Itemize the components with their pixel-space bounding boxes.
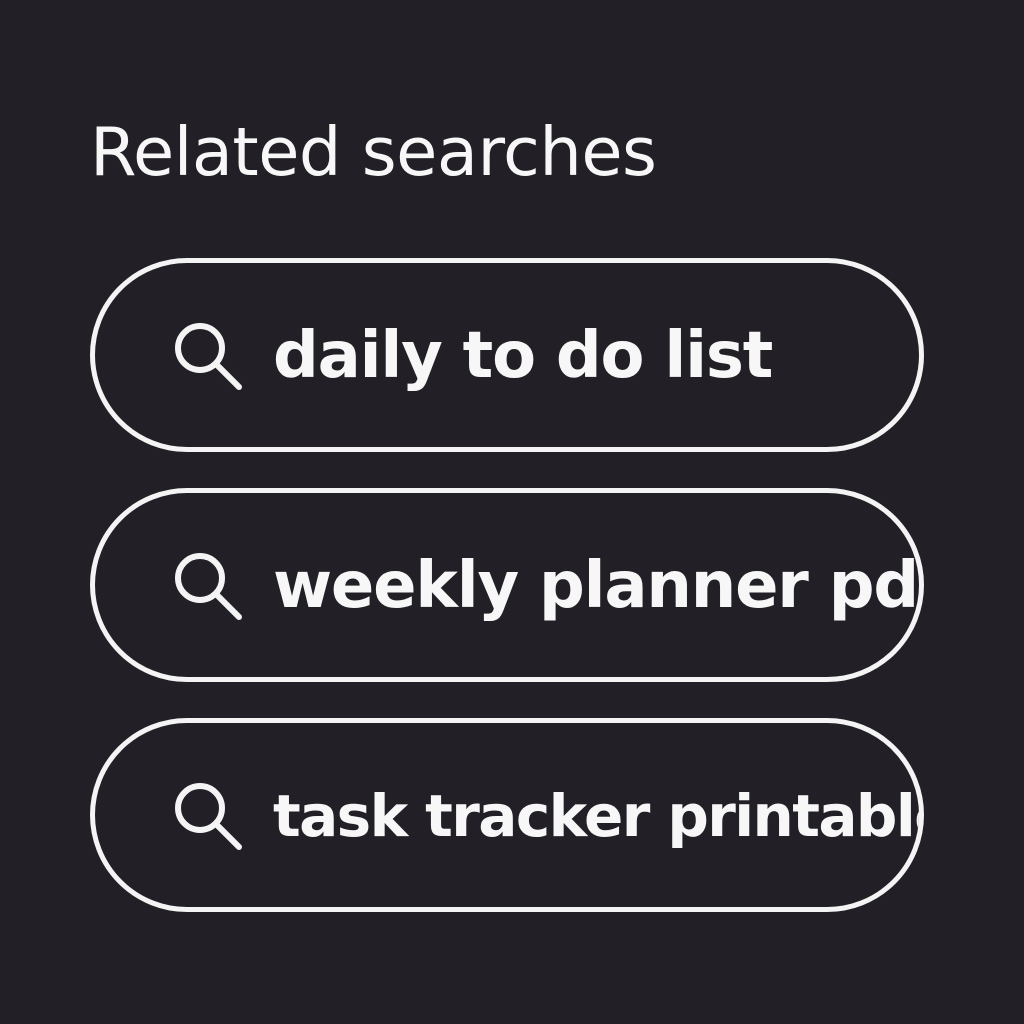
related-searches-heading: Related searches xyxy=(90,113,657,191)
search-icon xyxy=(175,553,242,620)
search-icon xyxy=(175,323,242,390)
related-search-weekly-planner-pdf[interactable]: weekly planner pdf xyxy=(90,488,924,682)
search-icon xyxy=(175,783,242,850)
related-search-label: daily to do list xyxy=(273,319,773,393)
related-search-label: task tracker printable xyxy=(273,782,924,850)
related-search-task-tracker-printable[interactable]: task tracker printable xyxy=(90,718,924,912)
related-search-label: weekly planner pdf xyxy=(273,549,924,623)
related-search-daily-to-do-list[interactable]: daily to do list xyxy=(90,258,924,452)
